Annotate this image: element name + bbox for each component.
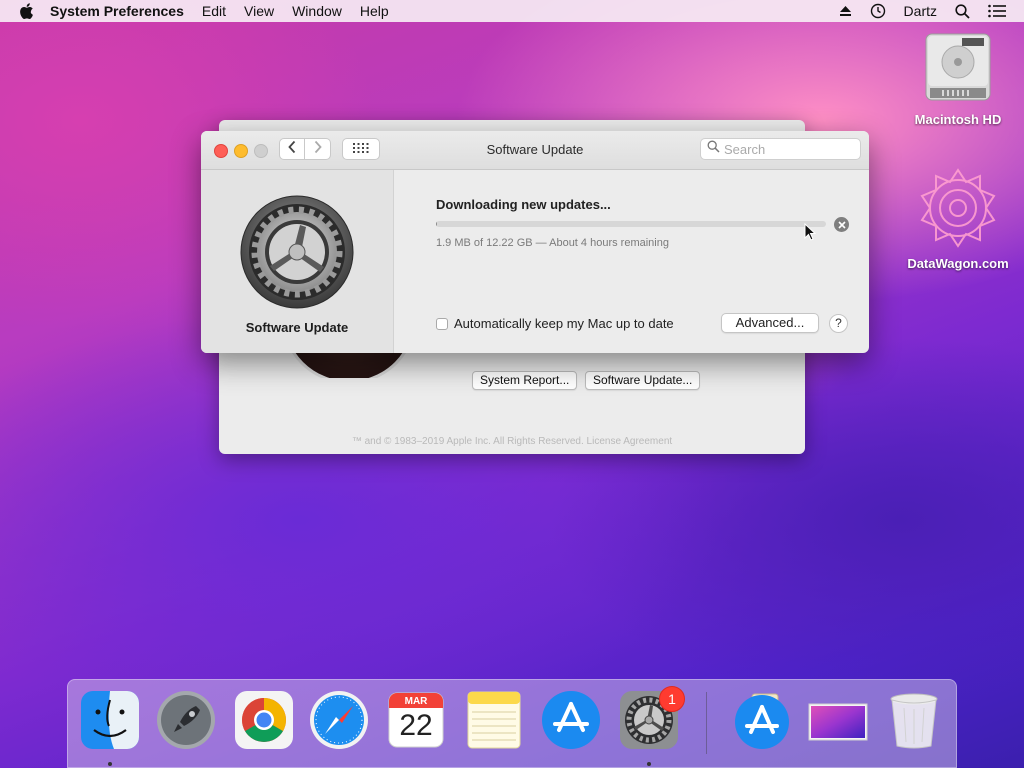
trash-icon [884, 693, 944, 754]
desktop-icon-datawagon[interactable]: DataWagon.com [903, 168, 1013, 271]
help-button[interactable]: ? [829, 314, 848, 333]
menu-app-name[interactable]: System Preferences [50, 3, 184, 19]
eject-icon[interactable] [839, 5, 852, 17]
search-icon [707, 140, 720, 158]
download-status-text: 1.9 MB of 12.22 GB — About 4 hours remai… [436, 237, 669, 249]
dock-downloads-stack[interactable] [732, 690, 792, 750]
spotlight-search-icon[interactable] [955, 3, 970, 19]
software-update-window: Software Update Search Software Update D… [201, 131, 869, 353]
download-heading: Downloading new updates... [436, 197, 611, 212]
dock-launchpad[interactable] [156, 690, 216, 750]
sidebar-title: Software Update [245, 320, 349, 335]
dock-wallpaper-stack[interactable] [808, 690, 868, 750]
notification-badge: 1 [659, 686, 685, 712]
software-update-button[interactable]: Software Update... [585, 371, 701, 390]
software-update-gear-icon [240, 195, 354, 314]
mouse-pointer-icon [804, 222, 817, 246]
menu-edit[interactable]: Edit [202, 3, 226, 19]
app-store-icon [541, 691, 601, 754]
advanced-button[interactable]: Advanced... [721, 313, 819, 333]
wallpaper-icon [808, 703, 868, 754]
sidebar-pane: Software Update [201, 170, 394, 353]
search-field[interactable] [700, 138, 861, 160]
menu-help[interactable]: Help [360, 3, 389, 19]
desktop-icon-label: DataWagon.com [907, 256, 1009, 271]
running-indicator [108, 762, 112, 766]
hard-drive-icon [922, 32, 994, 108]
app-store-download-icon [732, 693, 792, 754]
calendar-day: 22 [399, 709, 433, 742]
auto-update-option[interactable]: Automatically keep my Mac up to date [436, 316, 674, 331]
dock-safari[interactable] [309, 690, 369, 750]
launchpad-icon [156, 691, 216, 754]
desktop-icon-macintosh-hd[interactable]: Macintosh HD [903, 32, 1013, 127]
menu-window[interactable]: Window [292, 3, 342, 19]
chrome-icon [234, 691, 294, 754]
time-machine-icon[interactable] [870, 3, 886, 19]
datawagon-logo-icon [918, 168, 998, 250]
running-indicator [647, 762, 651, 766]
auto-update-label: Automatically keep my Mac up to date [454, 316, 674, 331]
cancel-download-button[interactable] [834, 217, 849, 232]
menu-user-name[interactable]: Dartz [904, 3, 937, 19]
auto-update-checkbox[interactable] [436, 317, 448, 330]
dock-notes[interactable] [464, 690, 524, 750]
desktop-icon-label: Macintosh HD [914, 112, 1002, 127]
menu-view[interactable]: View [244, 3, 274, 19]
dock: MAR 22 1 [67, 679, 957, 768]
dock-finder[interactable] [80, 690, 140, 750]
system-report-button[interactable]: System Report... [472, 371, 578, 390]
calendar-month: MAR [404, 696, 428, 707]
dock-separator [706, 692, 707, 754]
system-preferences-icon [619, 691, 679, 754]
dock-trash[interactable] [884, 690, 944, 750]
apple-menu-icon[interactable] [18, 2, 36, 20]
close-icon [837, 216, 846, 234]
finder-icon [80, 691, 140, 754]
notification-center-icon[interactable] [988, 4, 1006, 18]
title-bar[interactable]: Software Update [201, 131, 869, 170]
dock-calendar[interactable]: MAR 22 [386, 690, 446, 750]
safari-icon [309, 691, 369, 754]
menu-bar: System Preferences Edit View Window Help… [0, 0, 1024, 22]
notes-icon [464, 691, 524, 754]
dock-chrome[interactable] [234, 690, 294, 750]
copyright-text: ™ and © 1983–2019 Apple Inc. All Rights … [351, 436, 673, 447]
download-progress-bar [436, 221, 826, 227]
search-input[interactable] [724, 141, 844, 157]
progress-fill [436, 221, 438, 227]
dock-app-store[interactable] [541, 690, 601, 750]
